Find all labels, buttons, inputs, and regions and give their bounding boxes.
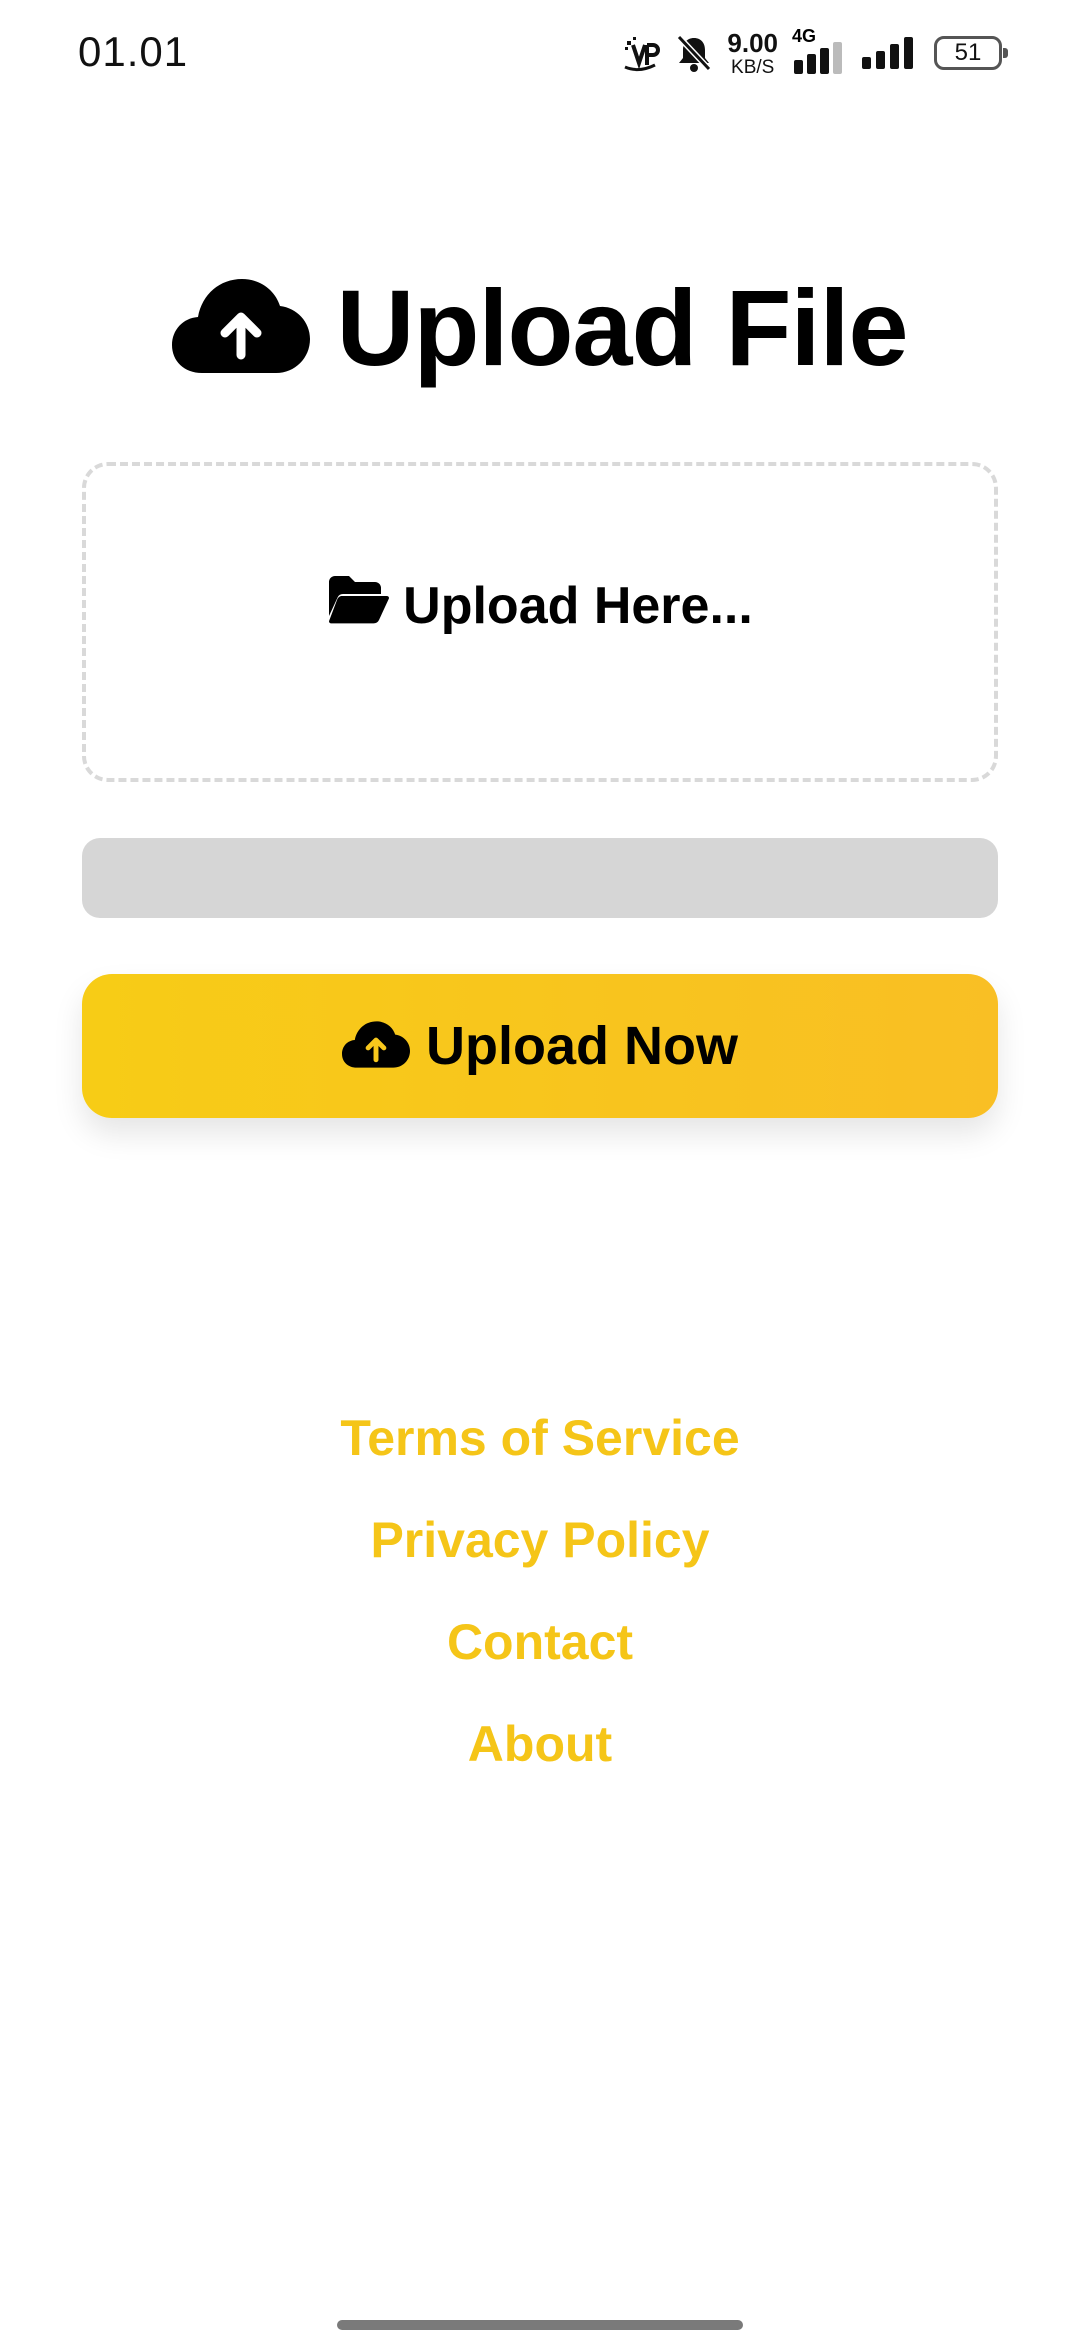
drop-zone-label: Upload Here... [403,576,753,635]
cloud-upload-icon [342,1019,410,1074]
about-link[interactable]: About [468,1706,612,1808]
drop-zone-label-group: Upload Here... [327,574,753,637]
page-title: Upload File [336,267,908,388]
signal-4g-icon: 4G [792,26,846,76]
status-bar: 01.01 9.00 KB/S 4G 51 [0,0,1080,108]
signal-bars-icon [860,35,920,71]
upload-now-label: Upload Now [426,1016,738,1076]
upload-progress-bar [82,838,998,918]
footer-links: Terms of Service Privacy Policy Contact … [0,1400,1080,1808]
network-speed-unit: KB/S [731,56,775,78]
cloud-upload-icon [172,275,311,380]
bell-muted-icon [675,33,713,73]
network-speed-value: 9.00 [727,27,778,58]
upload-now-button[interactable]: Upload Now [82,974,998,1118]
status-icons: 9.00 KB/S 4G 51 [621,26,1008,77]
battery-icon: 51 [934,36,1008,70]
contact-link[interactable]: Contact [447,1604,633,1706]
vpn-key-icon [621,33,661,73]
battery-level: 51 [954,39,982,66]
network-type-label: 4G [792,26,817,46]
network-speed: 9.00 KB/S [727,30,778,77]
upload-screen: 01.01 9.00 KB/S 4G 51 Upload File Upload… [0,0,1080,2340]
folder-open-icon [327,574,390,637]
terms-of-service-link[interactable]: Terms of Service [340,1400,739,1502]
file-drop-zone[interactable]: Upload Here... [82,462,998,782]
home-indicator[interactable] [337,2320,743,2330]
page-header: Upload File [0,265,1080,390]
status-time: 01.01 [78,28,189,75]
privacy-policy-link[interactable]: Privacy Policy [370,1502,709,1604]
